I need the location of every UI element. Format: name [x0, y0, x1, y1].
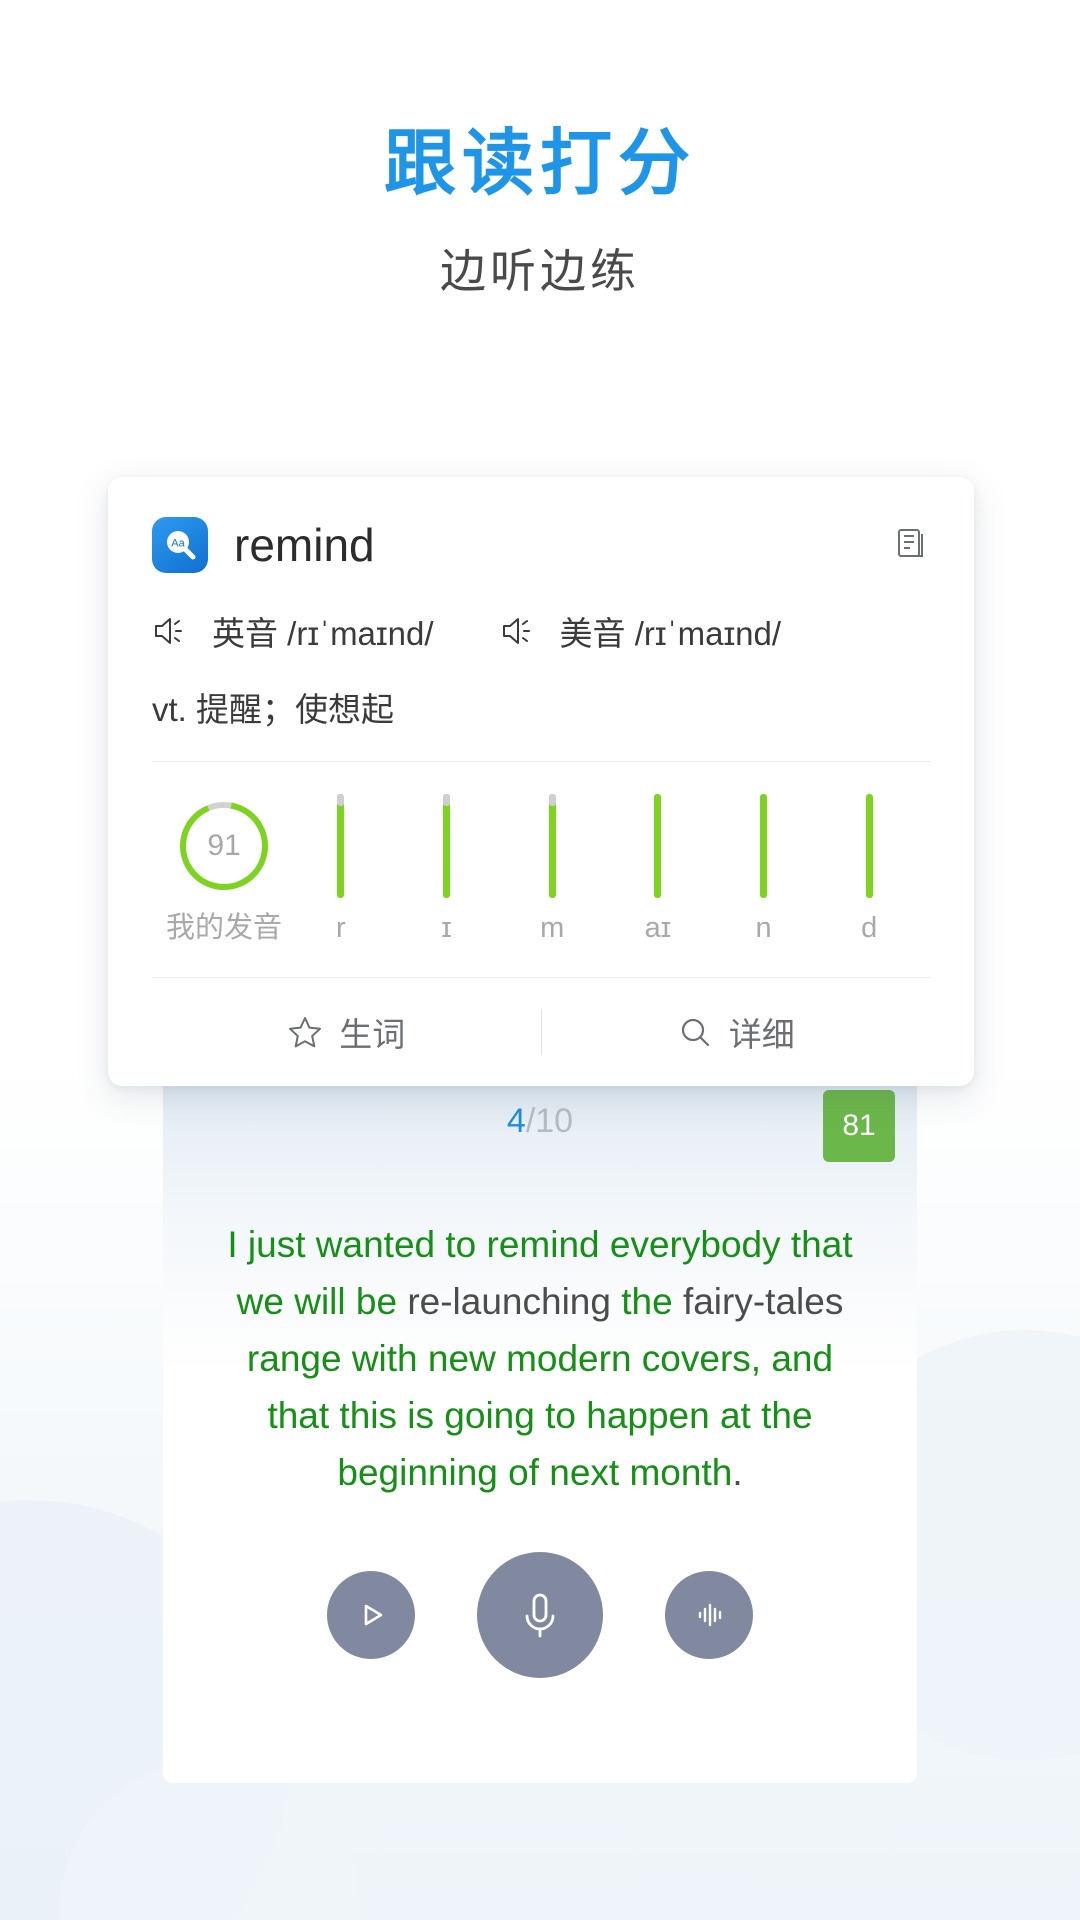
phoneme-bar: [865, 794, 873, 898]
phoneme-column: r: [288, 794, 394, 943]
phoneme-bar-remainder: [443, 794, 450, 807]
copy-button[interactable]: [892, 524, 930, 567]
phoneme-bar: [548, 794, 556, 898]
phoneme-label: aɪ: [644, 912, 672, 944]
sentence-word-neutral: re-launching: [407, 1281, 622, 1322]
phoneme-bar-wrap: [605, 794, 711, 898]
magnifier-aa-icon: Aa: [167, 531, 196, 560]
play-button[interactable]: [327, 1571, 415, 1659]
playback-controls: [163, 1552, 917, 1678]
details-button[interactable]: 详细: [542, 1008, 931, 1056]
phoneme-bar-wrap: [394, 794, 500, 898]
phoneme-bar: [443, 794, 450, 898]
sentence-word-neutral: .: [732, 1452, 743, 1493]
phoneme-bar-wrap: [816, 794, 922, 898]
waveform-icon: [698, 1603, 722, 1627]
progress-indicator: 4/10: [163, 1086, 917, 1156]
phonetic-uk[interactable]: 英音 /rɪˈmaɪnd/: [152, 607, 434, 655]
star-icon: [289, 1017, 322, 1048]
copy-icon: [898, 528, 923, 557]
phoneme-label: r: [336, 912, 346, 944]
my-pronunciation-column: 91 我的发音: [160, 794, 288, 943]
play-icon: [364, 1604, 383, 1626]
phoneme-bar-remainder: [548, 794, 556, 807]
score-ring: 91: [176, 798, 272, 894]
phonetic-us[interactable]: 美音 /rɪˈmaɪnd/: [500, 607, 782, 655]
phoneme-column: n: [711, 794, 817, 943]
phoneme-column: m: [499, 794, 605, 943]
progress-total: /10: [525, 1102, 574, 1140]
add-to-vocabulary-label: 生词: [339, 1016, 406, 1053]
app-icon-text: Aa: [171, 538, 185, 550]
phoneme-column: aɪ: [605, 794, 711, 943]
microphone-icon: [525, 1593, 555, 1638]
word-definition: vt. 提醒；使想起: [152, 691, 395, 728]
page-subtitle: 边听边练: [440, 245, 640, 297]
phonetics-row: 英音 /rɪˈmaɪnd/ 美音 /rɪˈmaɪnd/: [152, 607, 930, 655]
details-label: 详细: [728, 1016, 795, 1053]
word-card: Aa remind 英音 /rɪˈmaɪnd/ 美音 /rɪˈmaɪnd/ vt…: [108, 477, 974, 1086]
word-card-header: Aa remind: [152, 517, 930, 573]
phoneme-bar: [654, 794, 662, 898]
progress-current: 4: [506, 1102, 526, 1140]
sentence-word-correct: the: [621, 1281, 683, 1322]
speaker-icon: [502, 618, 530, 644]
page-title: 跟读打分: [383, 124, 696, 204]
phoneme-label: d: [861, 912, 878, 944]
phoneme-label: ɪ: [441, 912, 452, 944]
search-icon: [681, 1018, 709, 1047]
phoneme-bars: r ɪ m aɪ n d: [288, 794, 922, 943]
phoneme-bar-wrap: [499, 794, 605, 898]
phoneme-label: n: [755, 912, 772, 944]
app-root: 跟读打分 边听边练 4/10 81 I just wanted to remin…: [0, 0, 1080, 1920]
phoneme-bar: [760, 794, 768, 898]
add-to-vocabulary-button[interactable]: 生词: [152, 1008, 541, 1056]
phoneme-label: m: [540, 912, 565, 944]
dictionary-app-icon: Aa: [152, 517, 208, 573]
phonetic-uk-text: 英音 /rɪˈmaɪnd/: [212, 615, 434, 652]
phoneme-bar-wrap: [711, 794, 817, 898]
progress-row: 4/10 81: [163, 1086, 917, 1162]
status-badge: 81: [823, 1090, 895, 1162]
score-value: 91: [207, 829, 241, 862]
phoneme-bar-remainder: [337, 794, 345, 807]
phoneme-bar: [337, 794, 345, 898]
phoneme-column: ɪ: [394, 794, 500, 943]
phoneme-bar-wrap: [288, 794, 394, 898]
speaker-icon: [155, 618, 182, 644]
phonetic-us-text: 美音 /rɪˈmaɪnd/: [559, 615, 782, 652]
decorative-circle: [60, 1760, 360, 1920]
record-button[interactable]: [477, 1552, 603, 1678]
playback-button[interactable]: [665, 1571, 753, 1659]
practice-sentence: I just wanted to remind everybody that w…: [213, 1216, 867, 1501]
pronunciation-score-area: 91 我的发音 r ɪ m aɪ n d: [152, 762, 930, 943]
word-title: remind: [234, 519, 375, 571]
score-label: 我的发音: [165, 912, 282, 944]
sentence-word-neutral: fairy-tales: [682, 1281, 844, 1322]
page-header: 跟读打分 边听边练: [0, 0, 1080, 294]
phoneme-column: d: [816, 794, 922, 943]
score-ring-wrap: 91: [160, 794, 288, 898]
word-card-actions: 生词 详细: [152, 978, 930, 1086]
practice-panel: 4/10 81 I just wanted to remind everybod…: [163, 1038, 917, 1783]
sentence-word-correct: range with new modern covers, and that t…: [246, 1338, 834, 1493]
